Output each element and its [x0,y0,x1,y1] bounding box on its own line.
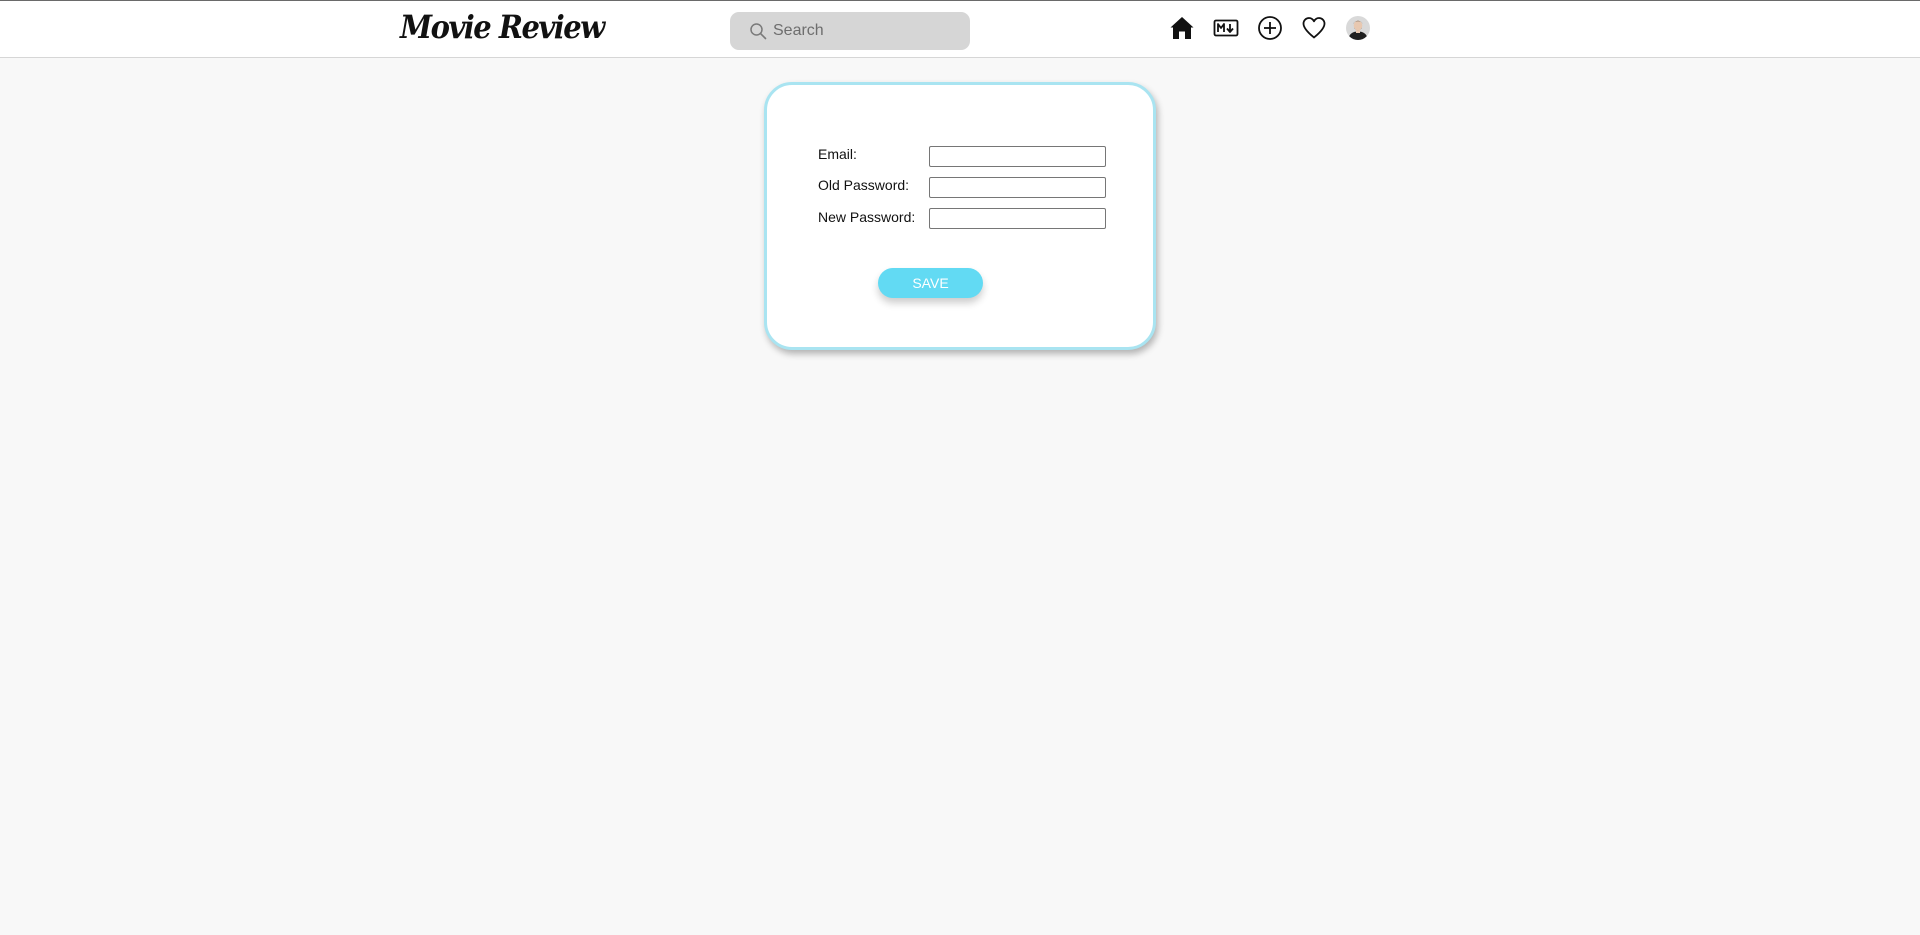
new-password-field[interactable] [929,208,1106,229]
save-button[interactable]: SAVE [878,268,983,298]
add-circle-icon[interactable] [1257,15,1283,41]
new-password-label: New Password: [818,209,916,225]
home-icon[interactable] [1169,15,1195,41]
top-navigation-bar: Movie Review [0,0,1920,58]
search-icon [749,22,767,40]
email-field[interactable] [929,146,1106,167]
avatar[interactable] [1345,15,1371,41]
change-password-card: Email: Old Password: New Password: SAVE [764,82,1156,350]
email-label: Email: [818,146,857,162]
search-input[interactable] [773,22,953,40]
app-logo[interactable]: Movie Review [400,9,605,46]
old-password-label: Old Password: [818,177,910,193]
old-password-field[interactable] [929,177,1106,198]
markdown-icon[interactable] [1213,15,1239,41]
search-box[interactable] [730,12,970,50]
heart-icon[interactable] [1301,15,1327,41]
